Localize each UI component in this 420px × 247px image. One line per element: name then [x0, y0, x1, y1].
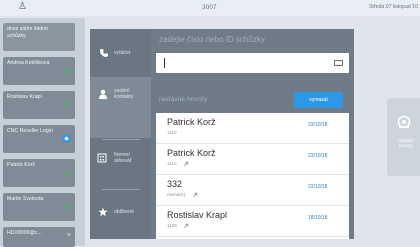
nav-divider	[102, 139, 140, 140]
nav-favorites-label: oblíbené	[114, 209, 134, 215]
nav-dial-label: vytáčet	[114, 50, 131, 56]
contact-tile-cnc-reseller[interactable]: CNC Reseller Login	[3, 125, 75, 153]
outgoing-call-icon	[183, 161, 189, 167]
dial-input[interactable]	[156, 53, 349, 73]
available-status-icon	[64, 203, 71, 210]
camera-icon	[397, 115, 411, 129]
recent-call-date: 23/10/18	[308, 153, 328, 159]
camera-control-label: ovládání kamery	[398, 138, 414, 148]
available-status-icon	[64, 101, 71, 108]
recent-calls-title: nedávné hovory	[159, 96, 208, 103]
meetings-status: dnes zatím žádné schůzky	[3, 23, 75, 51]
contact-tile-martin[interactable]: Martin Svoboda	[3, 193, 75, 221]
recent-call-row[interactable]: Patrick Korž 1110 23/10/18	[156, 113, 349, 144]
dial-panel: zadejte číslo nebo ID schůzky nedávné ho…	[151, 29, 354, 239]
recent-call-name: Rostislav Krapl	[167, 210, 228, 220]
recent-calls-list: Patrick Korž 1110 23/10/18 Patrick Korž …	[156, 113, 349, 239]
recent-call-date: 23/10/18	[308, 122, 328, 128]
clear-recent-button[interactable]: vymazat	[294, 92, 343, 108]
extension-number: 3007	[202, 4, 217, 11]
dial-prompt: zadejte číslo nebo ID schůzky	[159, 35, 265, 44]
close-icon[interactable]: ×	[67, 232, 71, 239]
contact-tile-patrick[interactable]: Patrick Korž	[3, 159, 75, 187]
recent-call-number: 1110	[167, 130, 177, 135]
contact-tile-andrea[interactable]: Andrea Kotěšková	[3, 57, 75, 85]
contact-tile-label: CNC Reseller Login	[7, 128, 53, 134]
user-icon[interactable]: ♙	[18, 1, 27, 12]
contact-tile-label: Andrea Kotěšková	[7, 60, 50, 66]
contact-tile-label: HDX8000@c...	[7, 230, 42, 236]
outgoing-call-icon	[183, 223, 189, 229]
nav-divider	[102, 189, 140, 190]
recent-call-name: Patrick Korž	[167, 148, 216, 158]
nav-contacts-label: osobní kontakty	[114, 88, 134, 101]
available-status-icon	[64, 169, 71, 176]
phone-icon	[100, 49, 108, 57]
contact-tile-label: Rostislav Krapl	[7, 94, 42, 100]
contact-tile-rostislav[interactable]: Rostislav Krapl	[3, 91, 75, 119]
nav-favorites[interactable]: oblíbené	[90, 192, 151, 236]
recent-call-name: Patrick Korž	[167, 117, 216, 127]
nav-contacts[interactable]: osobní kontakty	[90, 77, 151, 138]
recent-call-date: 18/10/18	[308, 215, 328, 221]
person-icon	[99, 89, 107, 99]
recent-call-date: 22/10/18	[308, 184, 328, 190]
recent-call-number: 1105	[167, 223, 177, 228]
dial-nav: vytáčet osobní kontakty firemní adresář …	[90, 29, 151, 239]
recent-call-row[interactable]: Patrick Korž 1110 23/10/18	[156, 144, 349, 175]
recent-call-name: 332	[167, 179, 183, 189]
building-icon	[97, 153, 107, 163]
contact-tile-label: Martin Svoboda	[7, 196, 44, 202]
camera-control-button[interactable]: ovládání kamery	[387, 98, 420, 176]
recent-call-row[interactable]: Rostislav Krapl 1105 18/10/18	[156, 206, 349, 237]
calendar-strip: dnes zatím žádné schůzky Andrea Kotěškov…	[0, 18, 85, 247]
busy-status-icon	[62, 134, 71, 143]
meetings-status-label: dnes zatím žádné schůzky	[7, 26, 48, 39]
recent-call-number: neznámý	[167, 192, 186, 197]
contact-tile-label: Patrick Korž	[7, 162, 35, 168]
contact-tile-hdx8000[interactable]: HDX8000@c... ×	[3, 227, 75, 247]
recent-call-number: 1110	[167, 161, 177, 166]
top-bar: ♙ 3007 Středa 07 listopad 10	[0, 0, 420, 16]
text-caret	[164, 58, 165, 68]
outgoing-call-icon	[192, 192, 198, 198]
nav-dial[interactable]: vytáčet	[90, 37, 151, 77]
keyboard-icon[interactable]	[334, 60, 343, 66]
date-time: Středa 07 listopad 10	[368, 4, 418, 10]
star-icon	[98, 207, 108, 217]
nav-directory[interactable]: firemní adresář	[90, 141, 151, 187]
available-status-icon	[64, 67, 71, 74]
recent-call-row[interactable]: 332 neznámý 22/10/18	[156, 175, 349, 206]
nav-directory-label: firemní adresář	[114, 152, 132, 165]
